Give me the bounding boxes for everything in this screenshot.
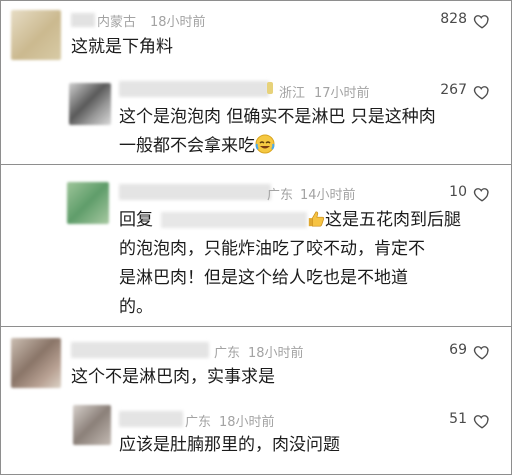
heart-outline-icon[interactable] <box>473 83 491 101</box>
laughing-crying-emoji <box>255 134 275 164</box>
username-blurred[interactable] <box>71 342 209 358</box>
comment-text-line-1-content: 这是五花肉到后腿 <box>325 210 461 230</box>
comment-text: 这就是下角料 <box>71 37 173 57</box>
comment-text-line-2: 的泡泡肉，只能炸油吃了咬不动，肯定不 <box>119 239 425 259</box>
comment-location: 广东 <box>214 346 241 361</box>
reply-prefix: 回复 <box>119 210 153 230</box>
avatar[interactable] <box>67 182 109 224</box>
badge-icon <box>267 82 273 94</box>
comment-text-line-1: 这个是泡泡肉 但确实不是淋巴 只是这种肉 <box>119 107 436 127</box>
comment-time: 18小时前 <box>248 346 304 361</box>
username-blurred[interactable] <box>71 13 95 27</box>
heart-outline-icon[interactable] <box>473 343 491 361</box>
avatar[interactable] <box>73 405 111 445</box>
username-blurred[interactable] <box>119 81 269 97</box>
like-count: 51 <box>449 411 467 427</box>
comment-time: 14小时前 <box>300 188 356 203</box>
comment-time: 18小时前 <box>219 415 275 430</box>
avatar[interactable] <box>11 338 61 388</box>
comment-location: 广东 <box>185 415 212 430</box>
thumbs-up-emoji <box>307 209 325 238</box>
comment-text-line-1: 这是五花肉到后腿 <box>307 206 461 238</box>
comment-location: 浙江 <box>279 86 306 101</box>
avatar[interactable] <box>11 10 61 60</box>
heart-outline-icon[interactable] <box>473 12 491 30</box>
comment-text-line-2: 一般都不会拿来吃 <box>119 132 275 164</box>
comment-panel-3: 广东 18小时前 这个不是淋巴肉，实事求是 69 广东 18小时前 应该是肚腩那… <box>0 326 512 475</box>
comment-text-line-2-content: 一般都不会拿来吃 <box>119 136 255 156</box>
comment-location: 广东 <box>267 188 294 203</box>
comment-text-line-4: 的。 <box>119 297 153 317</box>
reply-target-blurred[interactable] <box>161 212 307 228</box>
like-count: 69 <box>449 342 467 358</box>
comment-time: 17小时前 <box>314 86 370 101</box>
like-count: 10 <box>449 184 467 200</box>
username-blurred[interactable] <box>119 411 183 427</box>
username-blurred[interactable] <box>119 184 271 200</box>
like-count: 267 <box>440 82 467 98</box>
comment-time: 18小时前 <box>150 15 206 30</box>
comment-panel-1: 内蒙古 18小时前 这就是下角料 828 浙江 17小时前 这个是泡泡肉 但确实… <box>0 0 512 165</box>
comment-text: 这个不是淋巴肉，实事求是 <box>71 367 275 387</box>
comment-text-line-3: 是淋巴肉！但是这个给人吃也是不地道 <box>119 268 408 288</box>
like-count: 828 <box>440 11 467 27</box>
avatar[interactable] <box>69 83 111 125</box>
comment-text: 应该是肚腩那里的，肉没问题 <box>119 435 340 455</box>
comment-location: 内蒙古 <box>97 15 137 30</box>
heart-outline-icon[interactable] <box>473 412 491 430</box>
heart-outline-icon[interactable] <box>473 185 491 203</box>
comment-panel-2: 广东 14小时前 回复 这是五花肉到后腿 的泡泡肉，只能炸油吃了咬不动，肯定不 … <box>0 165 512 327</box>
